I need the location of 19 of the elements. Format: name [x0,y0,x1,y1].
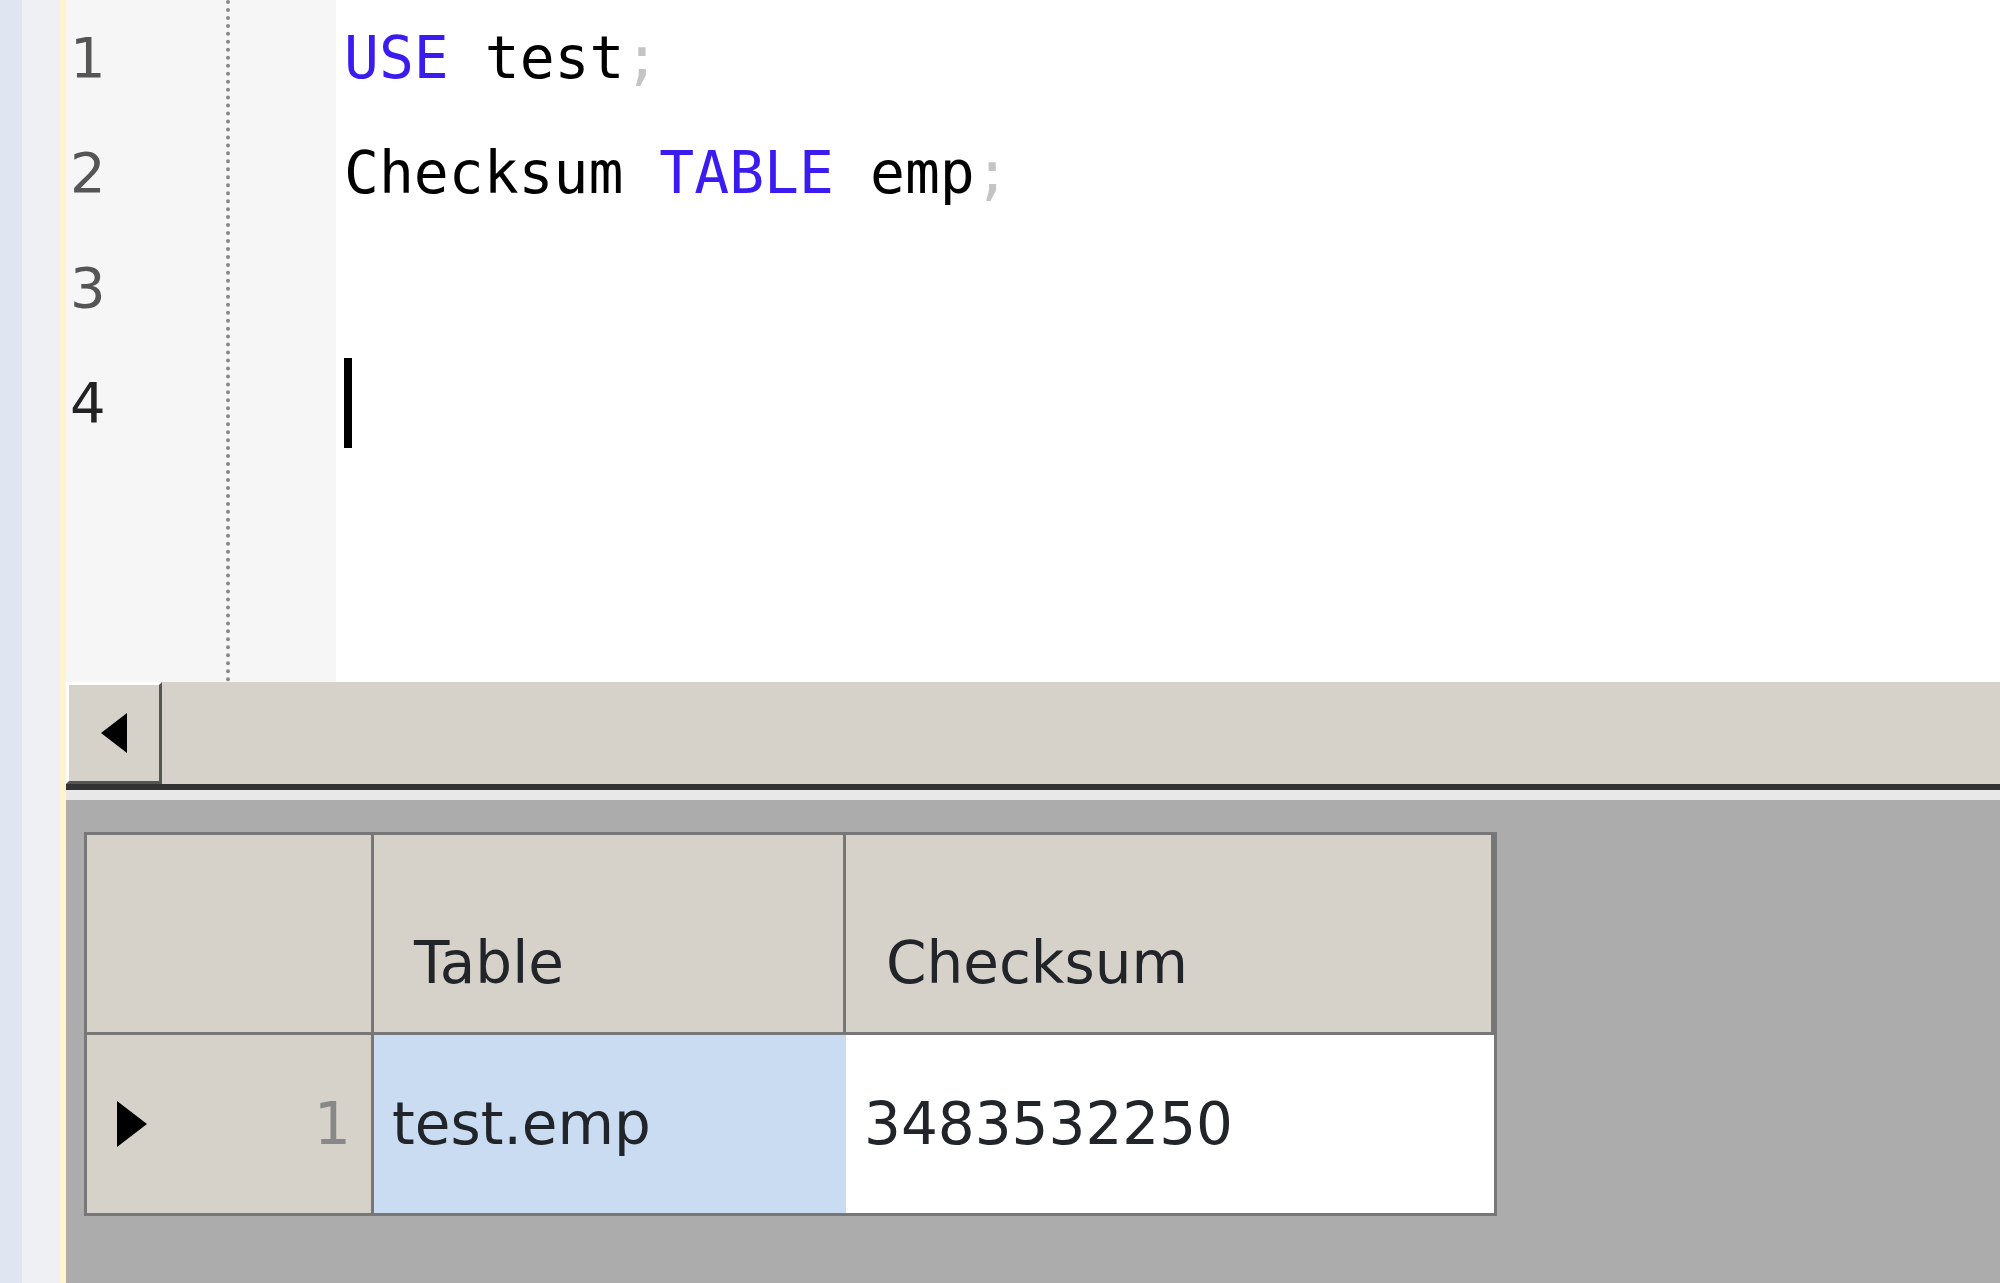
horizontal-scrollbar[interactable] [66,682,2000,790]
column-header[interactable]: Table [374,835,846,1035]
scroll-left-button[interactable] [66,682,162,784]
line-number: 3 [69,254,107,322]
line-number: 2 [69,139,107,207]
line-number: 4 [69,369,107,437]
code-text: Checksum [344,137,624,209]
table-cell[interactable]: 3483532250 [846,1035,1494,1213]
column-header[interactable]: Checksum [846,835,1494,1035]
semicolon: ; [624,22,660,94]
semicolon: ; [974,137,1010,209]
sql-keyword: TABLE [659,137,834,209]
code-text: test [484,22,625,94]
line-number: 1 [69,24,107,92]
code-text: emp [869,137,975,209]
sql-keyword: USE [344,22,449,94]
left-arrow-icon [101,713,127,753]
row-number: 1 [314,1088,351,1160]
table-cell[interactable]: test.emp [374,1035,846,1213]
